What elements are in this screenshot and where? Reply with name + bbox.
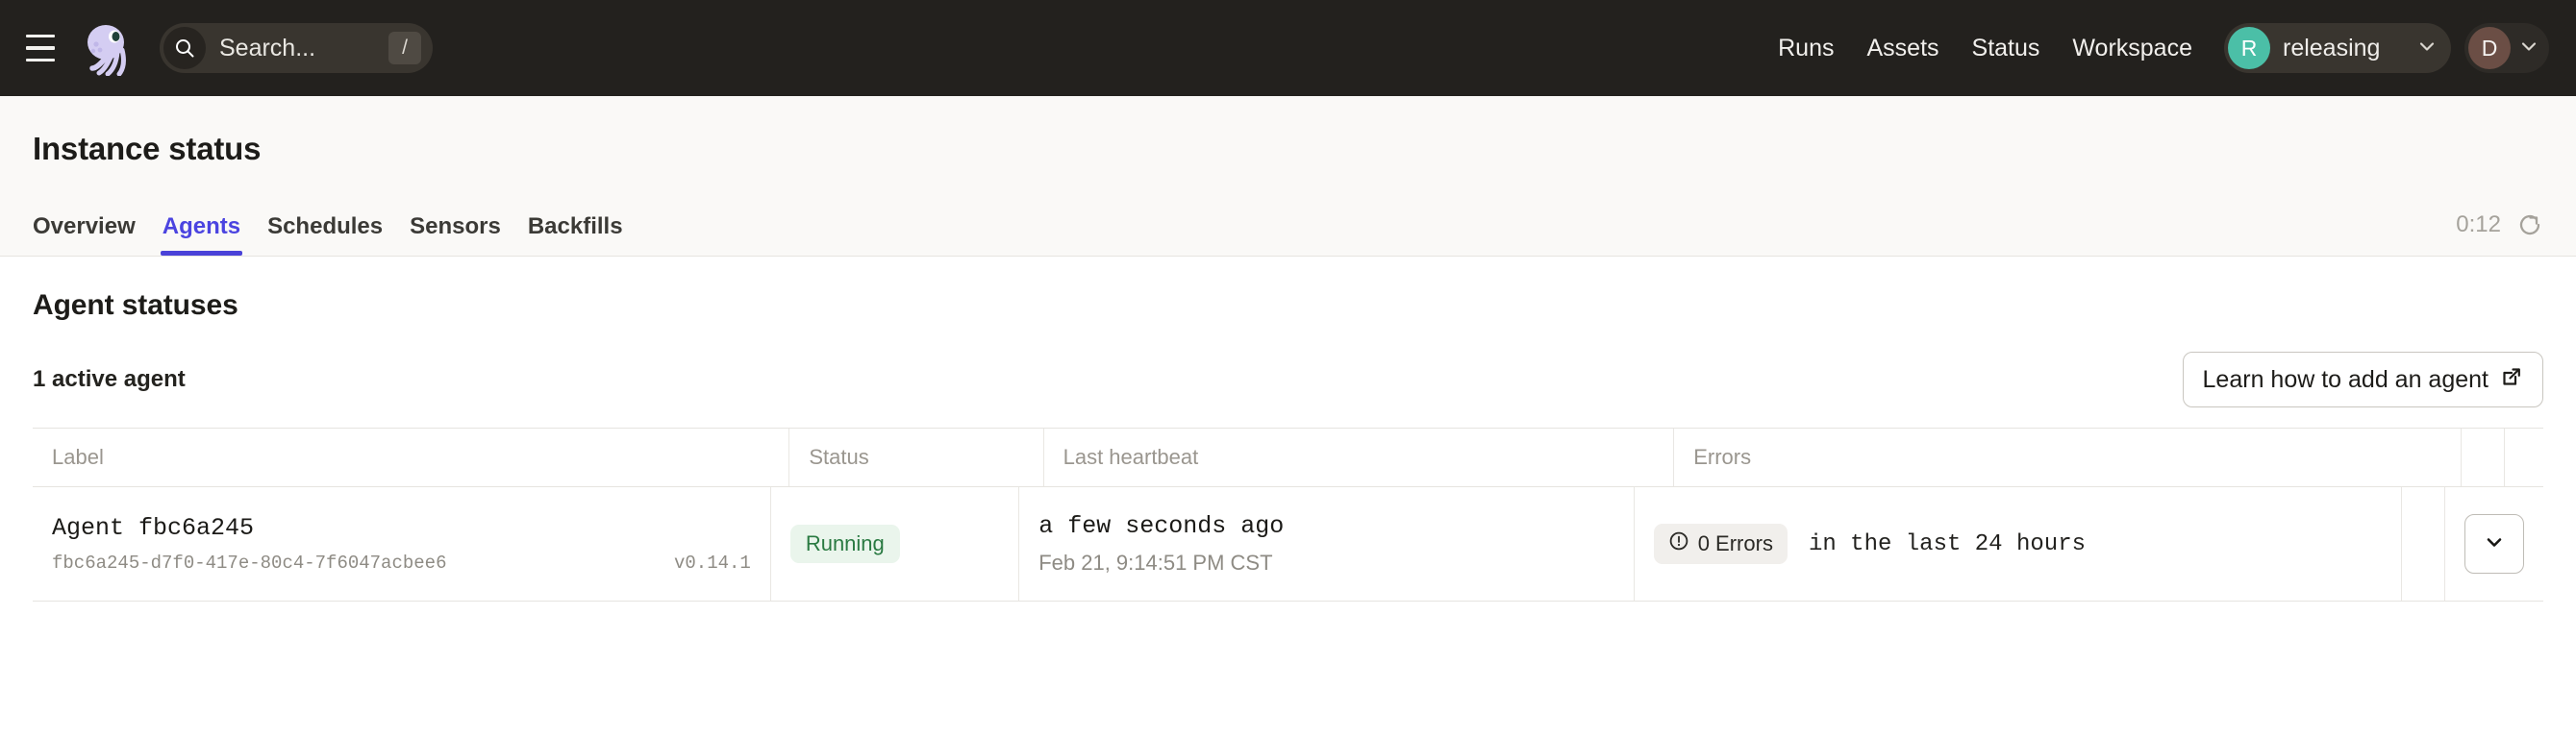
hamburger-line	[26, 46, 55, 50]
agent-id: fbc6a245-d7f0-417e-80c4-7f6047acbee6	[52, 553, 447, 574]
learn-how-to-add-an-agent-button[interactable]: Learn how to add an agent	[2182, 352, 2543, 407]
cell-agent-status: Running	[771, 487, 1020, 601]
heartbeat-relative-time: a few seconds ago	[1038, 512, 1285, 540]
status-badge: Running	[789, 525, 900, 563]
chevron-down-icon	[2518, 36, 2539, 62]
search-shortcut-key: /	[388, 32, 421, 64]
hamburger-line	[26, 34, 55, 38]
errors-line: 0 Errors in the last 24 hours	[1653, 524, 2382, 564]
refresh-controls: 0:12	[2456, 211, 2543, 256]
cell-last-heartbeat: a few seconds ago Feb 21, 9:14:51 PM CST	[1019, 487, 1635, 601]
nav-link-runs[interactable]: Runs	[1762, 35, 1850, 62]
deployment-name: releasing	[2283, 34, 2381, 62]
agent-name: Agent fbc6a245	[52, 514, 255, 542]
nav-link-assets[interactable]: Assets	[1851, 35, 1956, 62]
avatar: D	[2468, 27, 2511, 69]
search-icon	[163, 27, 206, 69]
nav-link-workspace[interactable]: Workspace	[2056, 35, 2209, 62]
main-content: Agent statuses 1 active agent Learn how …	[0, 257, 2576, 602]
agent-meta-row: fbc6a245-d7f0-417e-80c4-7f6047acbee6 v0.…	[52, 553, 751, 574]
tab-overview[interactable]: Overview	[19, 213, 149, 256]
tab-sensors[interactable]: Sensors	[396, 213, 514, 256]
page-title: Instance status	[33, 131, 262, 166]
chevron-down-icon	[2416, 36, 2438, 62]
section-title: Agent statuses	[33, 289, 238, 321]
active-agent-count: 1 active agent	[33, 366, 186, 392]
table-row: Agent fbc6a245 fbc6a245-d7f0-417e-80c4-7…	[33, 487, 2543, 601]
search-placeholder-text: Search...	[219, 34, 316, 62]
learn-button-label: Learn how to add an agent	[2202, 365, 2488, 393]
table-header-row: Label Status Last heartbeat Errors	[33, 429, 2543, 487]
expand-row-button[interactable]	[2464, 514, 2524, 574]
agent-version: v0.14.1	[674, 553, 751, 574]
tab-agents[interactable]: Agents	[149, 213, 254, 256]
tab-backfills[interactable]: Backfills	[514, 213, 637, 256]
alert-circle-icon	[1668, 530, 1689, 557]
errors-count-label: 0 Errors	[1697, 531, 1773, 555]
deployment-selector[interactable]: R releasing	[2224, 23, 2451, 73]
column-header-label: Label	[33, 429, 790, 486]
user-account-menu[interactable]: D	[2464, 23, 2549, 73]
page-header: Instance status Overview Agents Schedule…	[0, 96, 2576, 257]
hamburger-menu-icon[interactable]	[13, 21, 67, 75]
column-header-status: Status	[789, 429, 1044, 486]
cell-spacer	[2402, 487, 2445, 601]
column-header-errors: Errors	[1674, 429, 2463, 486]
dagster-logo-icon[interactable]	[79, 18, 138, 78]
refresh-icon[interactable]	[2516, 211, 2543, 238]
column-header-actions	[2505, 429, 2543, 486]
tab-schedules[interactable]: Schedules	[254, 213, 396, 256]
top-navigation-bar: Search... / Runs Assets Status Workspace…	[0, 0, 2576, 96]
nav-link-status[interactable]: Status	[1956, 35, 2057, 62]
hamburger-line	[26, 58, 55, 62]
agent-statuses-table: Label Status Last heartbeat Errors Agent…	[33, 428, 2543, 602]
tab-bar: Overview Agents Schedules Sensors Backfi…	[33, 196, 2543, 256]
errors-timeframe-note: in the last 24 hours	[1808, 530, 2086, 557]
cell-row-actions	[2445, 487, 2543, 601]
cell-agent-label: Agent fbc6a245 fbc6a245-d7f0-417e-80c4-7…	[33, 487, 771, 601]
errors-count-badge[interactable]: 0 Errors	[1653, 524, 1788, 564]
column-header-last-heartbeat: Last heartbeat	[1044, 429, 1675, 486]
refresh-countdown-timer: 0:12	[2456, 211, 2501, 237]
agents-toolbar: 1 active agent Learn how to add an agent	[33, 351, 2543, 408]
nav-right-group: Runs Assets Status Workspace R releasing…	[1762, 23, 2549, 73]
column-header-spacer	[2462, 429, 2505, 486]
heartbeat-absolute-time: Feb 21, 9:14:51 PM CST	[1038, 551, 1273, 575]
deployment-avatar: R	[2228, 27, 2270, 69]
external-link-icon	[2500, 365, 2523, 395]
search-input[interactable]: Search... /	[160, 23, 433, 73]
chevron-down-icon	[2482, 529, 2507, 559]
cell-errors: 0 Errors in the last 24 hours	[1635, 487, 2403, 601]
